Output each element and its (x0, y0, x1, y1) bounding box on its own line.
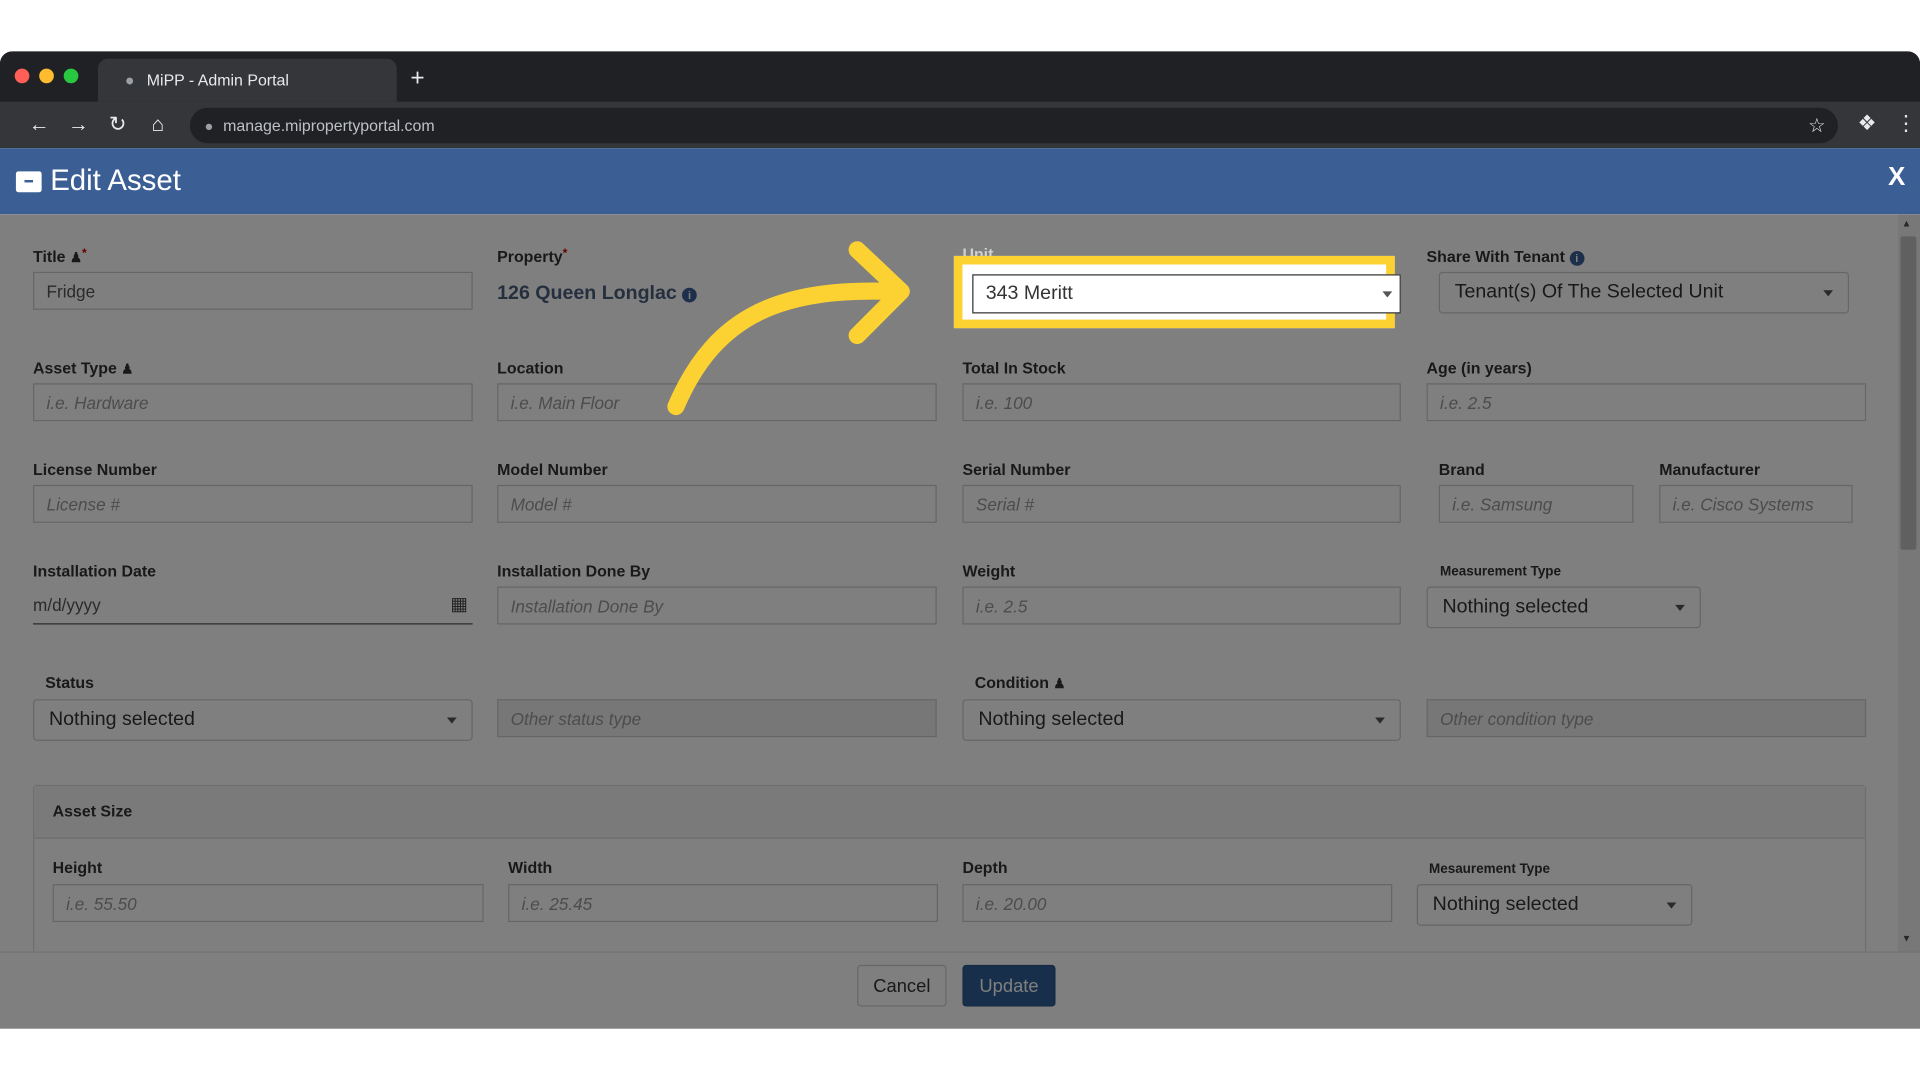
title-input[interactable] (33, 272, 473, 310)
modal-header: Edit Asset X (0, 148, 1920, 214)
property-label: Property* (497, 247, 567, 265)
user-icon: ♟ (1053, 676, 1065, 692)
manufacturer-label: Manufacturer (1659, 460, 1760, 478)
minimize-window-button[interactable] (39, 69, 54, 84)
serial-number-input[interactable] (962, 485, 1400, 523)
asset-size-panel: Asset Size Height Width Depth Mesauremen… (33, 785, 1866, 952)
new-tab-button[interactable]: + (405, 66, 429, 90)
installation-done-by-label: Installation Done By (497, 562, 650, 580)
property-value: 126 Queen Longlac i (497, 283, 697, 305)
location-label: Location (497, 359, 563, 377)
calendar-icon[interactable]: ▦ (450, 585, 467, 624)
depth-input[interactable] (962, 884, 1392, 922)
unit-highlight-box: 343 Meritt (954, 256, 1395, 328)
user-icon: ♟ (121, 361, 133, 377)
archive-icon (16, 171, 42, 192)
globe-icon: ● (125, 71, 135, 89)
other-status-input[interactable] (497, 699, 937, 737)
unit-select[interactable]: 343 Meritt (972, 274, 1401, 313)
title-label: Title ♟* (33, 247, 87, 265)
model-number-input[interactable] (497, 485, 937, 523)
depth-label: Depth (962, 858, 1007, 876)
license-number-input[interactable] (33, 485, 473, 523)
license-number-label: License Number (33, 460, 157, 478)
browser-tab[interactable]: ● MiPP - Admin Portal (98, 59, 397, 102)
asset-type-label: Asset Type ♟ (33, 359, 133, 377)
modal-title: Edit Asset (50, 164, 181, 198)
tab-title: MiPP - Admin Portal (147, 71, 289, 89)
scroll-down-icon[interactable]: ▼ (1902, 933, 1912, 944)
model-number-label: Model Number (497, 460, 608, 478)
installation-date-input[interactable]: m/d/yyyy▦ (33, 585, 473, 624)
asset-type-input[interactable] (33, 383, 473, 421)
tab-bar: ● MiPP - Admin Portal + (0, 51, 1920, 101)
share-with-tenant-select[interactable]: Tenant(s) Of The Selected Unit (1439, 272, 1849, 314)
chevron-down-icon (1675, 605, 1685, 611)
brand-label: Brand (1439, 460, 1485, 478)
measurement-type-select[interactable]: Nothing selected (1427, 587, 1701, 629)
user-icon: ♟ (70, 250, 82, 266)
total-in-stock-label: Total In Stock (962, 359, 1065, 377)
weight-input[interactable] (962, 587, 1400, 625)
modal-body: Title ♟* Property* 126 Queen Longlac i S… (0, 214, 1898, 951)
asset-size-heading: Asset Size (34, 786, 1865, 839)
extensions-icon[interactable]: ❖ (1858, 111, 1877, 135)
serial-number-label: Serial Number (962, 460, 1070, 478)
other-condition-input[interactable] (1427, 699, 1867, 737)
site-info-icon[interactable]: ● (204, 117, 213, 134)
bookmark-star-icon[interactable]: ☆ (1808, 114, 1826, 138)
size-measurement-type-label: Mesaurement Type (1429, 862, 1550, 877)
update-button[interactable]: Update (962, 965, 1055, 1007)
home-icon[interactable]: ⌂ (146, 113, 170, 137)
chevron-down-icon (1382, 291, 1392, 297)
chevron-down-icon (1667, 902, 1677, 908)
scroll-up-icon[interactable]: ▲ (1902, 218, 1912, 229)
weight-label: Weight (962, 562, 1015, 580)
close-window-button[interactable] (15, 69, 30, 84)
width-input[interactable] (508, 884, 938, 922)
condition-select[interactable]: Nothing selected (962, 699, 1400, 741)
modal-footer: Cancel Update (0, 951, 1920, 1028)
scrollbar-thumb[interactable] (1900, 236, 1916, 549)
manufacturer-input[interactable] (1659, 485, 1852, 523)
age-label: Age (in years) (1427, 359, 1532, 377)
forward-icon[interactable]: → (66, 113, 90, 137)
status-label: Status (45, 673, 94, 691)
height-label: Height (53, 858, 103, 876)
share-with-tenant-label: Share With Tenant i (1427, 247, 1585, 265)
size-measurement-type-select[interactable]: Nothing selected (1417, 884, 1693, 926)
browser-window: ● MiPP - Admin Portal + ← → ↻ ⌂ ● manage… (0, 51, 1920, 1028)
browser-toolbar: ← → ↻ ⌂ ● manage.mipropertyportal.com ☆ … (0, 102, 1920, 149)
screen: ● MiPP - Admin Portal + ← → ↻ ⌂ ● manage… (0, 0, 1920, 1080)
address-bar[interactable]: ● manage.mipropertyportal.com ☆ (190, 108, 1838, 144)
maximize-window-button[interactable] (64, 69, 79, 84)
location-input[interactable] (497, 383, 937, 421)
height-input[interactable] (53, 884, 484, 922)
width-label: Width (508, 858, 552, 876)
installation-done-by-input[interactable] (497, 587, 937, 625)
brand-input[interactable] (1439, 485, 1634, 523)
info-icon[interactable]: i (1569, 251, 1584, 266)
status-select[interactable]: Nothing selected (33, 699, 473, 741)
chevron-down-icon (1823, 290, 1833, 296)
age-input[interactable] (1427, 383, 1867, 421)
condition-label: Condition ♟ (975, 673, 1066, 691)
reload-icon[interactable]: ↻ (105, 113, 129, 137)
info-icon[interactable]: i (682, 288, 697, 303)
total-in-stock-input[interactable] (962, 383, 1400, 421)
browser-menu-icon[interactable]: ⋮ (1896, 111, 1917, 135)
installation-date-label: Installation Date (33, 562, 156, 580)
cancel-button[interactable]: Cancel (857, 965, 946, 1007)
measurement-type-label: Measurement Type (1440, 564, 1561, 579)
chevron-down-icon (447, 718, 457, 724)
url-text: manage.mipropertyportal.com (223, 116, 434, 134)
back-icon[interactable]: ← (27, 113, 51, 137)
modal-close-button[interactable]: X (1888, 163, 1905, 192)
chevron-down-icon (1375, 718, 1385, 724)
